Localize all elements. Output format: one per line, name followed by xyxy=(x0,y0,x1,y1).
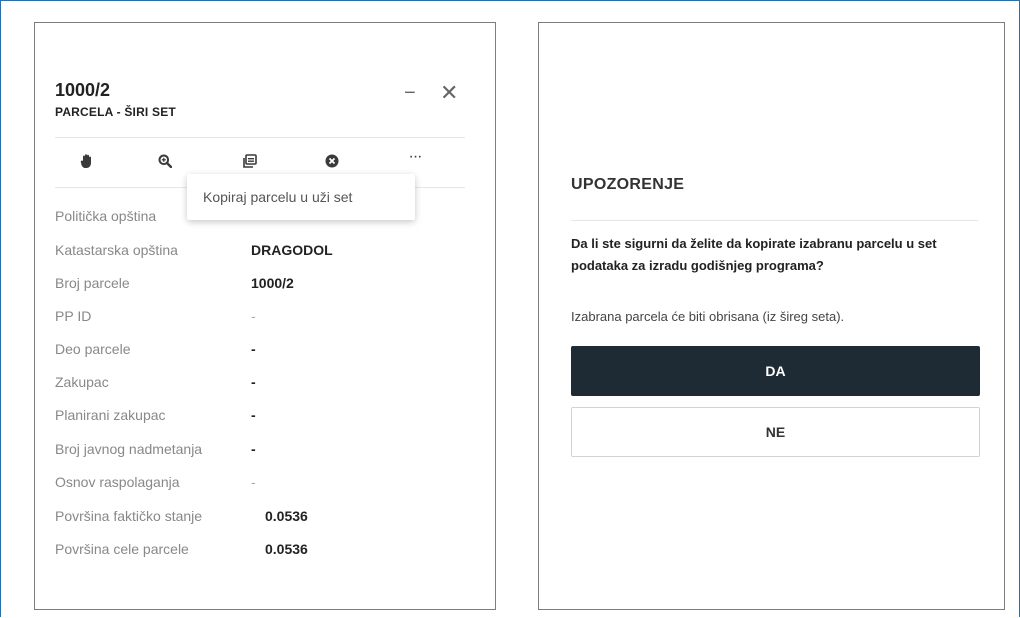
field-label: Površina faktičko stanje xyxy=(55,508,203,524)
zoom-in-icon[interactable] xyxy=(155,151,175,171)
cancel-button[interactable]: NE xyxy=(571,407,980,457)
field-value: - xyxy=(251,441,256,457)
field-label: Politička opština xyxy=(55,208,157,224)
field-label: Površina cele parcele xyxy=(55,541,189,557)
field-label: Broj javnog nadmetanja xyxy=(55,441,203,457)
copy-icon[interactable] xyxy=(240,151,260,171)
parcel-toolbar: ··· xyxy=(55,147,467,175)
parcel-subtitle: PARCELA - ŠIRI SET xyxy=(55,105,176,119)
tooltip-text: Kopiraj parcelu u uži set xyxy=(203,189,353,205)
field-value: - xyxy=(251,407,256,423)
close-button[interactable]: ✕ xyxy=(440,82,458,104)
field-value: 1000/2 xyxy=(251,275,294,291)
field-label: Osnov raspolaganja xyxy=(55,474,180,490)
dialog-title: UPOZORENJE xyxy=(571,176,685,193)
minimize-button[interactable]: − xyxy=(404,83,416,103)
field-label: Katastarska opština xyxy=(55,242,178,258)
dialog-question: Da li ste sigurni da želite da kopirate … xyxy=(571,236,937,273)
copy-tooltip: Kopiraj parcelu u uži set xyxy=(187,174,415,220)
parcel-panel: 1000/2 PARCELA - ŠIRI SET − ✕ ··· Politi… xyxy=(34,22,496,610)
divider xyxy=(571,220,978,221)
parcel-title: 1000/2 xyxy=(55,80,111,100)
divider xyxy=(55,137,465,138)
field-value: DRAGODOL xyxy=(251,242,333,258)
dialog-note: Izabrana parcela će biti obrisana (iz ši… xyxy=(571,309,845,324)
hand-icon[interactable] xyxy=(77,151,97,171)
more-icon[interactable]: ··· xyxy=(403,147,427,167)
field-label: Broj parcele xyxy=(55,275,130,291)
field-value: 0.0536 xyxy=(265,541,308,557)
field-value: - xyxy=(251,308,256,324)
field-label: PP ID xyxy=(55,308,92,324)
confirm-dialog: UPOZORENJE Da li ste sigurni da želite d… xyxy=(538,22,1005,610)
field-value: - xyxy=(251,341,256,357)
field-label: Zakupac xyxy=(55,374,109,390)
field-value: - xyxy=(251,374,256,390)
remove-circle-icon[interactable] xyxy=(322,151,342,171)
field-label: Deo parcele xyxy=(55,341,131,357)
field-label: Planirani zakupac xyxy=(55,407,166,423)
field-value: 0.0536 xyxy=(265,508,308,524)
field-value: - xyxy=(251,474,256,490)
confirm-button[interactable]: DA xyxy=(571,346,980,396)
